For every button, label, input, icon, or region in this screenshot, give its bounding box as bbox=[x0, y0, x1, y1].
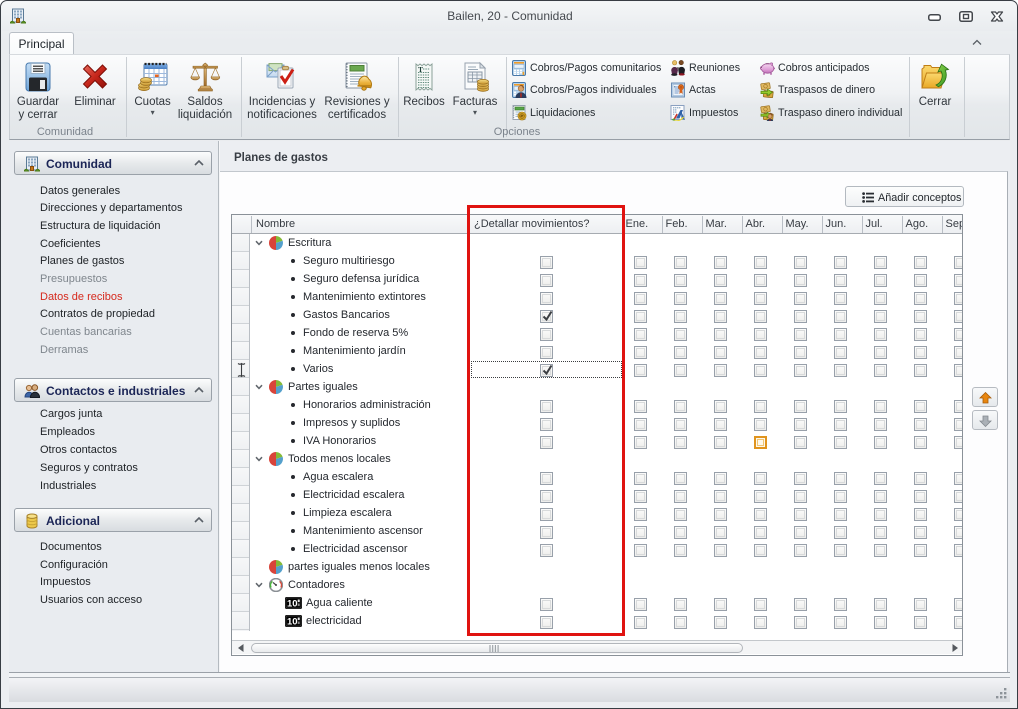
svg-text:10: 10 bbox=[287, 599, 298, 610]
svg-text:10: 10 bbox=[287, 617, 298, 628]
